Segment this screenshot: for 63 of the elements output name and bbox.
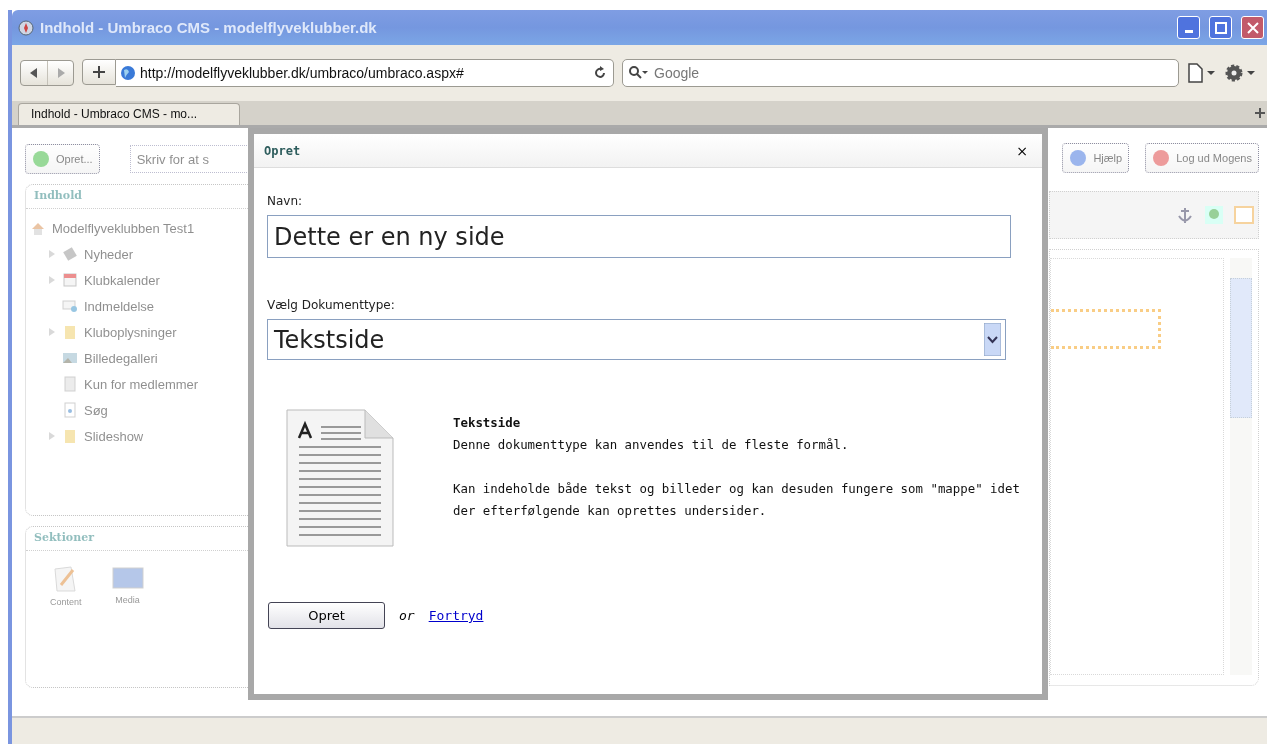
description-text: Denne dokumenttype kan anvendes til de fleste formål. [453, 436, 850, 454]
back-arrow-icon [30, 68, 38, 78]
section-item[interactable]: Content [50, 597, 82, 607]
logout-button[interactable]: Log ud Mogens [1145, 143, 1259, 173]
search-icon [629, 66, 649, 80]
page-icon [62, 402, 78, 418]
section-item[interactable]: Media [115, 595, 140, 605]
dropdown-arrow-icon[interactable] [984, 323, 1001, 356]
search-field[interactable]: Google [622, 59, 1179, 87]
pencil-page-icon [52, 565, 79, 593]
or-text: or [399, 608, 415, 623]
address-field[interactable]: http://modelflyveklubber.dk/umbraco/umbraco.aspx# [116, 59, 614, 87]
tree-item[interactable]: Nyheder [84, 246, 134, 262]
create-button[interactable]: Opret... [25, 143, 100, 174]
compass-icon [18, 19, 34, 36]
folder-icon [62, 324, 78, 340]
tree-item[interactable]: Kluboplysninger [84, 324, 177, 340]
image-icon [62, 350, 78, 366]
close-button[interactable] [1241, 16, 1264, 39]
page-icon [62, 376, 78, 392]
description-text: Kan indeholde både tekst og billeder og kan desuden fungere som "mappe" idet der efterfølgende kan oprettes undersider. [453, 480, 1021, 520]
plus-icon [92, 65, 106, 79]
cancel-link[interactable]: Fortryd [428, 608, 484, 623]
reload-icon[interactable] [593, 66, 607, 80]
close-button[interactable]: × [1014, 142, 1030, 159]
name-input-field[interactable]: Dette er en ny side [267, 215, 1011, 258]
tree-item[interactable]: Indmeldelse [84, 298, 155, 314]
globe-icon [120, 65, 136, 81]
document-type-title: Tekstside [453, 414, 522, 432]
close-circle-icon [1152, 149, 1171, 167]
house-icon [30, 220, 46, 236]
create-button[interactable]: Opret [268, 602, 385, 629]
tree-item[interactable]: Søg [84, 402, 108, 418]
folder-icon [62, 428, 78, 444]
anchor-icon[interactable] [1176, 205, 1194, 225]
forward-arrow-icon [56, 68, 65, 78]
image-icon [111, 565, 144, 591]
tree-item[interactable]: Klubkalender [84, 272, 160, 288]
field-label: Navn: [267, 194, 304, 208]
tree-item[interactable]: Billedegalleri [84, 350, 158, 366]
document-icon [285, 408, 395, 548]
maximize-icon [1214, 21, 1227, 34]
scrollbar-thumb[interactable] [1230, 278, 1252, 418]
tree-item[interactable]: Kun for medlemmer [84, 376, 199, 392]
browser-tab[interactable]: Indhold - Umbraco CMS - mo... [18, 103, 240, 125]
help-icon [1069, 149, 1088, 167]
new-tab-icon[interactable] [1255, 108, 1265, 118]
document-type-dropdown[interactable]: Tekstside [267, 319, 1006, 360]
tree-item[interactable]: Modelflyveklubben Test1 [52, 220, 195, 236]
minimize-icon [1184, 30, 1193, 33]
dialog-title: Opret [264, 143, 301, 158]
page-menu-icon[interactable] [1187, 63, 1217, 83]
minimize-button[interactable] [1177, 16, 1200, 39]
field-label: Vælg Dokumenttype: [267, 298, 396, 312]
calendar-icon [62, 272, 78, 288]
envelope-icon [62, 298, 78, 314]
maximize-button[interactable] [1209, 16, 1232, 39]
close-icon [1246, 21, 1259, 34]
settings-icon[interactable] [1225, 63, 1257, 83]
plus-circle-icon [32, 149, 50, 168]
tree-item[interactable]: Slideshow [84, 428, 144, 444]
window-title: Indhold - Umbraco CMS - modelflyveklubber.dk [40, 19, 378, 36]
help-button[interactable]: Hjælp [1062, 143, 1130, 173]
